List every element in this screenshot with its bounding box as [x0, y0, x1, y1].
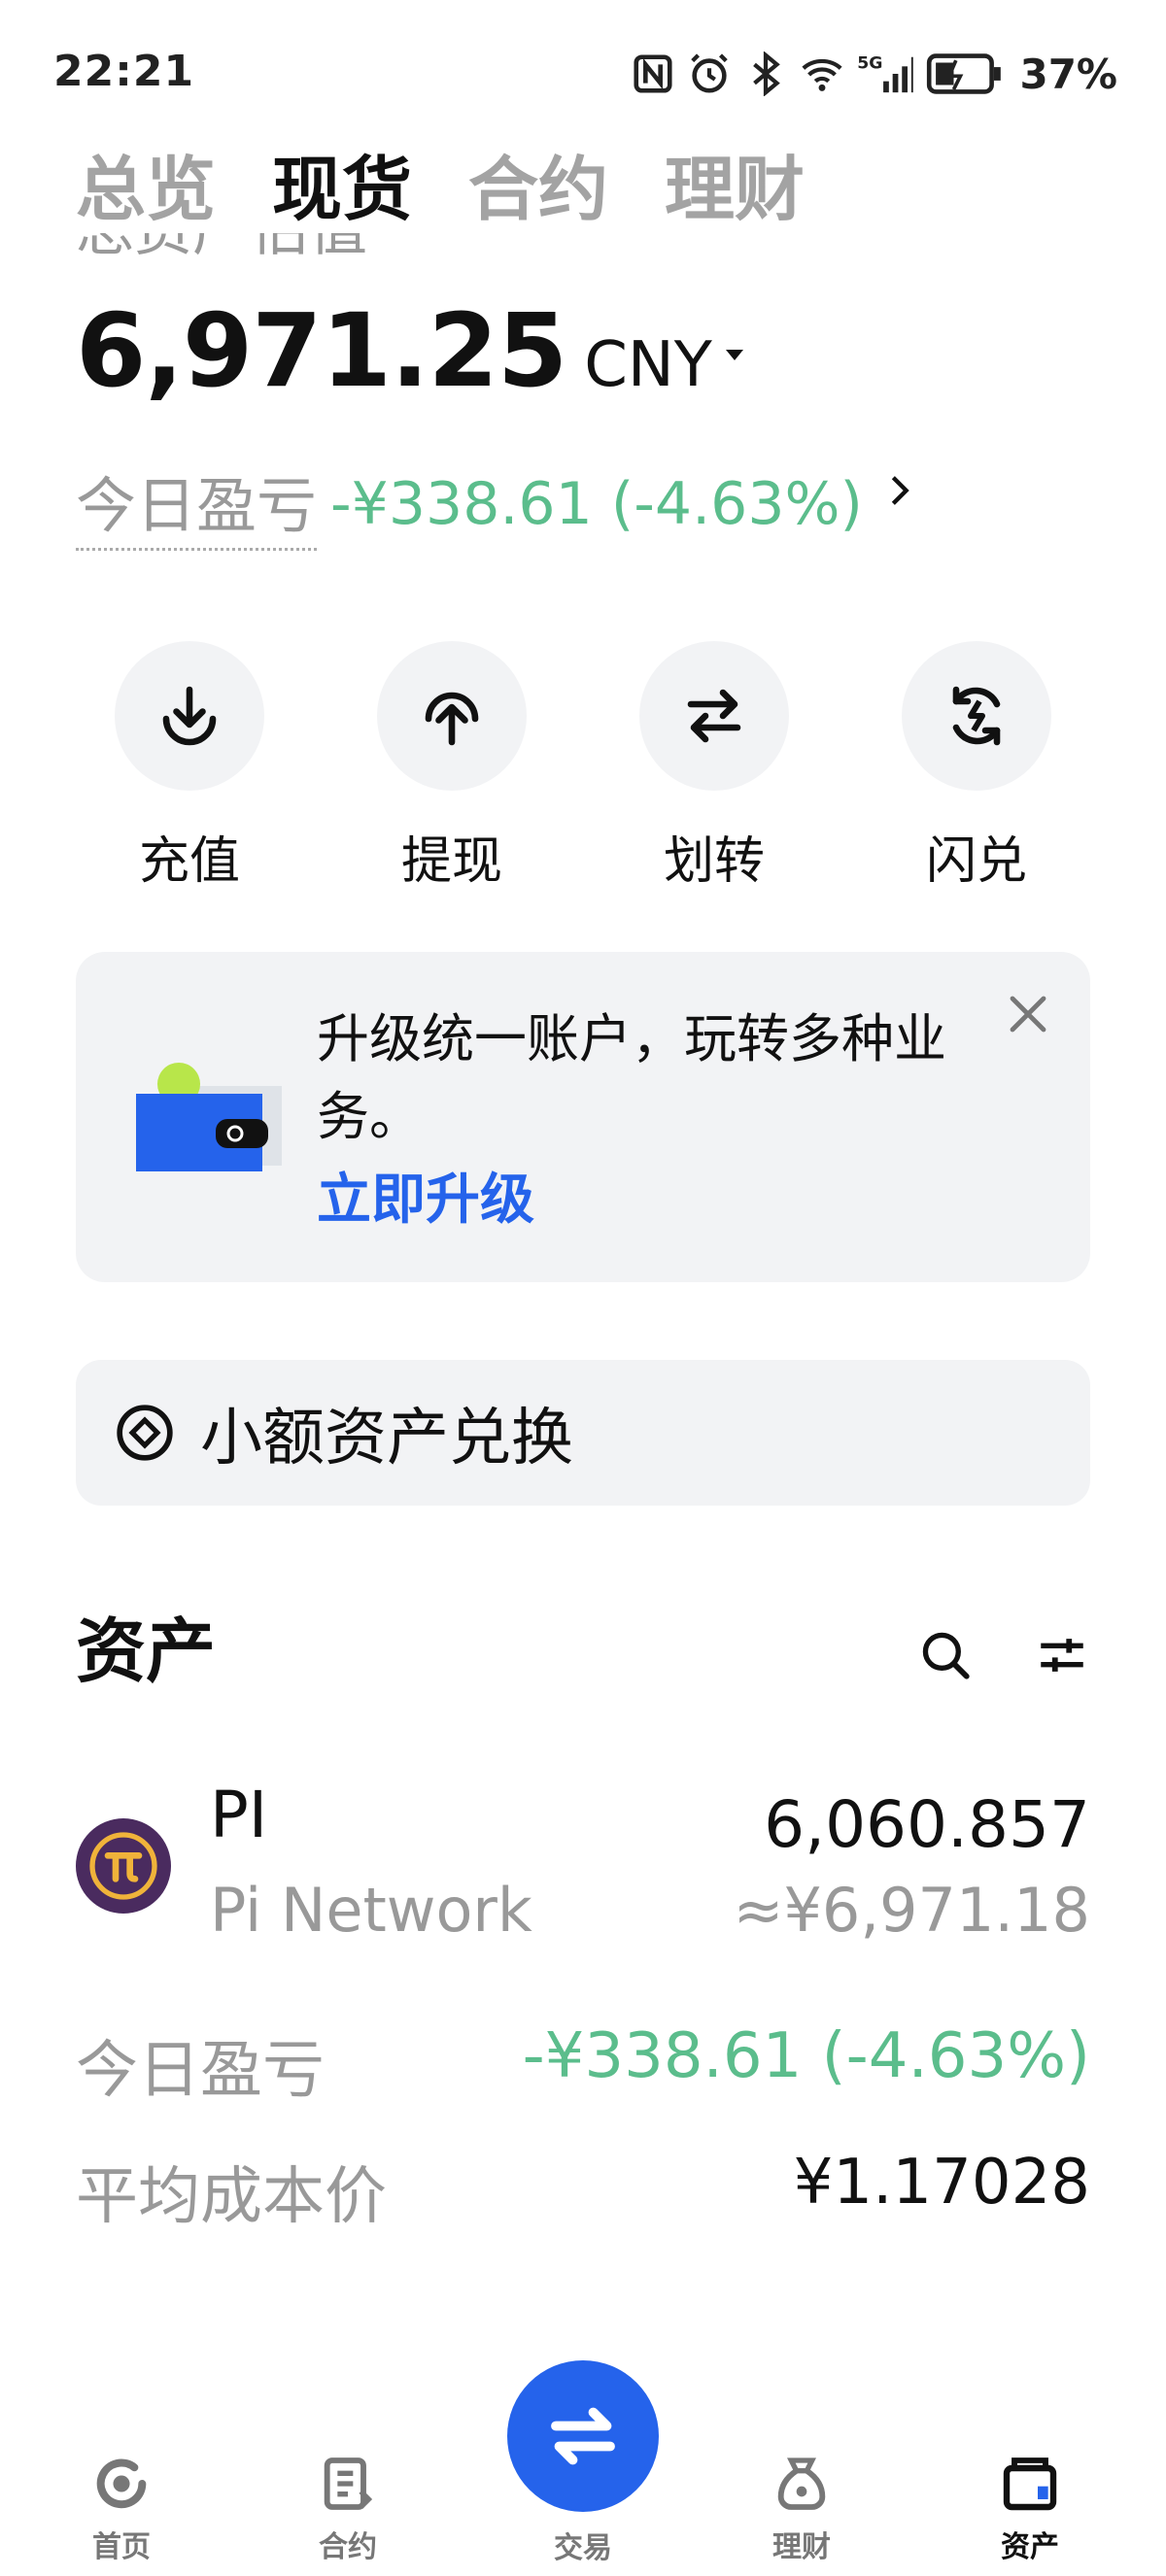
small-asset-convert-label: 小额资产兑换 — [200, 1403, 573, 1474]
search-icon[interactable] — [917, 1627, 974, 1683]
nav-home[interactable]: 首页 — [44, 2453, 199, 2565]
alarm-icon — [691, 53, 729, 93]
svg-text:5G: 5G — [858, 53, 883, 73]
total-value-label: 总资产估值 — [76, 233, 464, 260]
pi-network-logo — [76, 1818, 171, 1914]
trade-label: 交易 — [554, 2531, 612, 2565]
earn-icon — [777, 2457, 826, 2510]
balance-amount: 6,971.25 — [76, 291, 567, 410]
asset-cny-value: ≈¥6,971.18 — [733, 1875, 1091, 1946]
banner-text: 升级统一账户，玩转多种业务。 — [317, 1008, 946, 1147]
asset-daily-pnl-label: 今日盈亏 — [76, 2035, 325, 2107]
currency-selector[interactable]: CNY — [584, 329, 712, 401]
close-icon[interactable] — [1005, 991, 1051, 1037]
upgrade-banner: 升级统一账户，玩转多种业务。 立即升级 — [76, 952, 1090, 1282]
withdraw-icon — [425, 692, 479, 746]
top-tabs: 总览 现货 合约 理财 — [76, 146, 805, 233]
tab-overview[interactable]: 总览 — [76, 146, 216, 233]
futures-icon — [324, 2457, 373, 2510]
filter-icon[interactable] — [1034, 1627, 1090, 1683]
caret-down-icon[interactable] — [725, 350, 743, 360]
trade-button[interactable] — [507, 2360, 659, 2512]
asset-avg-cost-value: ¥1.17028 — [793, 2147, 1090, 2219]
wifi-icon — [802, 58, 843, 91]
asset-quantity: 6,060.857 — [764, 1787, 1090, 1862]
flash-convert-icon — [952, 686, 1001, 746]
nav-futures[interactable]: 合约 — [270, 2453, 426, 2565]
home-icon — [96, 2458, 147, 2509]
upgrade-now-link[interactable]: 立即升级 — [317, 1156, 534, 1235]
quick-actions: 充值 提现 划转 闪兑 — [112, 641, 1054, 893]
asset-avg-cost: 平均成本价 ¥1.17028 — [76, 2147, 1090, 2234]
asset-name: Pi Network — [210, 1875, 532, 1946]
asset-row-pi[interactable]: PI Pi Network 6,060.857 ≈¥6,971.18 — [76, 1778, 1090, 1972]
bottom-nav: 首页 合约 交易 理财 资产 — [0, 2360, 1166, 2576]
wallet-icon — [1003, 2457, 1057, 2511]
signal-5g-icon: 5G — [858, 53, 914, 93]
nfc-icon — [634, 54, 673, 93]
chevron-right-icon[interactable] — [880, 471, 919, 510]
deposit-icon — [162, 686, 217, 746]
asset-daily-pnl: 今日盈亏 -¥338.61 (-4.63%) — [76, 2020, 1090, 2108]
assets-header: 资产 — [76, 1608, 1090, 1695]
convert-icon — [117, 1405, 173, 1461]
deposit-button[interactable]: 充值 — [112, 641, 267, 893]
wallet-illustration — [136, 1063, 282, 1171]
asset-symbol: PI — [210, 1778, 268, 1852]
bluetooth-icon — [753, 51, 781, 96]
asset-avg-cost-label: 平均成本价 — [76, 2161, 387, 2233]
status-icons: 5G 37% — [631, 47, 1117, 101]
transfer-button[interactable]: 划转 — [636, 641, 792, 893]
tab-earn[interactable]: 理财 — [665, 146, 805, 233]
transfer-icon — [687, 689, 741, 743]
nav-earn[interactable]: 理财 — [724, 2453, 879, 2565]
daily-pnl-label: 今日盈亏 — [76, 457, 318, 551]
tab-futures[interactable]: 合约 — [468, 146, 608, 233]
small-asset-convert-button[interactable]: 小额资产兑换 — [76, 1360, 1090, 1506]
asset-daily-pnl-value: -¥338.61 (-4.63%) — [522, 2020, 1090, 2092]
status-time: 22:21 — [53, 47, 195, 96]
nav-assets[interactable]: 资产 — [952, 2453, 1108, 2565]
trade-icon — [551, 2407, 615, 2465]
tab-spot[interactable]: 现货 — [272, 146, 412, 233]
status-bar: 22:21 5G 37% — [0, 0, 1166, 146]
daily-pnl-value: -¥338.61 (-4.63%) — [330, 469, 863, 538]
withdraw-button[interactable]: 提现 — [374, 641, 530, 893]
battery-percent: 37% — [1019, 50, 1117, 98]
flash-convert-button[interactable]: 闪兑 — [899, 641, 1054, 893]
total-balance: 6,971.25 CNY — [76, 291, 743, 410]
battery-icon — [927, 53, 1002, 94]
daily-pnl-row[interactable]: 今日盈亏 -¥338.61 (-4.63%) — [76, 457, 919, 551]
